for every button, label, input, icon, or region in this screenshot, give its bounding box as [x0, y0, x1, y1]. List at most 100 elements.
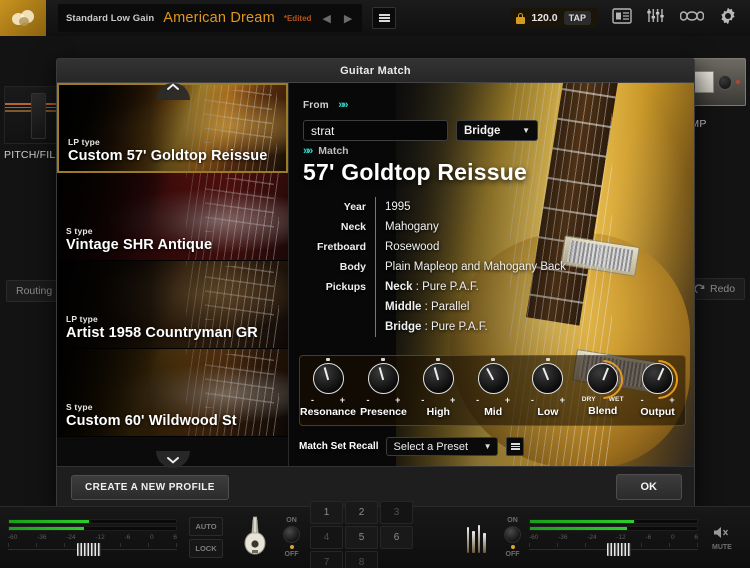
knob-minus[interactable]: - — [311, 396, 314, 405]
next-preset-button[interactable]: ▶ — [342, 12, 354, 25]
settings-gear-icon[interactable] — [718, 6, 738, 31]
pickup-position-select[interactable]: Bridge ▼ — [456, 120, 538, 141]
preset-list-button[interactable] — [506, 437, 525, 456]
knob-dial[interactable] — [631, 351, 687, 408]
slider-handle[interactable] — [77, 543, 102, 556]
knob-plus[interactable]: + — [669, 396, 674, 405]
scale-tick: 6 — [173, 534, 177, 541]
preset-display[interactable]: Standard Low Gain American Dream *Edited… — [58, 4, 363, 32]
pad-button[interactable]: 8 — [345, 551, 378, 568]
pad-button[interactable]: 2 — [345, 501, 378, 524]
app-logo[interactable] — [0, 0, 46, 36]
preset-list-button[interactable] — [372, 7, 397, 29]
pickup-position: Middle — [385, 301, 422, 313]
pad-button[interactable]: 1 — [310, 501, 343, 524]
knob-low[interactable]: - + Low — [521, 356, 576, 425]
knob-minus[interactable]: - — [421, 396, 424, 405]
output-gain-slider[interactable] — [529, 543, 698, 556]
spec-key: Fretboard — [316, 241, 366, 253]
match-section-header: »» Match — [303, 145, 349, 157]
knob-dial[interactable] — [477, 358, 509, 394]
mute-control[interactable]: MUTE — [712, 525, 732, 551]
knob-resonance[interactable]: - + Resonance — [300, 356, 356, 425]
output-meter-scale: -60 -36 -24 -12 -6 0 6 — [529, 534, 698, 541]
knob-plus[interactable]: + — [395, 396, 400, 405]
knob-minus[interactable]: - — [476, 396, 479, 405]
mixer-icon[interactable] — [646, 7, 666, 29]
auto-button[interactable]: AUTO — [189, 517, 223, 536]
tap-tempo-button[interactable]: TAP — [563, 11, 591, 25]
list-item[interactable]: S type Custom 60' Wildwood St — [57, 349, 288, 437]
knob-presence[interactable]: - + Presence — [356, 356, 411, 425]
preset-name: American Dream — [163, 10, 275, 26]
infinity-icon[interactable] — [679, 9, 705, 28]
knob-dial[interactable] — [312, 358, 344, 394]
knob-dial[interactable] — [367, 358, 399, 394]
lock-icon[interactable] — [516, 12, 526, 24]
prev-preset-button[interactable]: ◀ — [320, 12, 332, 25]
pad-button[interactable]: 5 — [345, 526, 378, 549]
scale-tick: -24 — [587, 534, 597, 541]
pad-button[interactable]: 3 — [380, 501, 413, 524]
preset-browser-icon[interactable] — [612, 7, 632, 29]
guitar-name: Vintage SHR Antique — [66, 237, 213, 253]
match-set-recall: Match Set Recall Select a Preset ▼ — [299, 437, 525, 456]
list-item[interactable]: LP type Artist 1958 Countryman GR — [57, 261, 288, 349]
knob-plus[interactable]: + — [505, 396, 510, 405]
input-meter-bar-2 — [8, 526, 177, 531]
knob-blend[interactable]: DRY WET Blend — [575, 351, 632, 425]
slider-handle[interactable] — [606, 543, 631, 556]
guitar-type: LP type — [66, 314, 98, 324]
redo-icon — [694, 283, 705, 293]
input-gain-slider[interactable] — [8, 543, 177, 556]
dialog-body: LP type Custom 57' Goldtop Reissue S typ… — [57, 83, 694, 468]
source-guitar-input[interactable]: strat — [303, 120, 448, 141]
right-power-toggle[interactable]: ON OFF — [504, 517, 521, 558]
spec-row: Year 1995 — [303, 197, 566, 217]
output-meter-block: -60 -36 -24 -12 -6 0 6 — [521, 519, 706, 556]
guitar-type: LP type — [68, 137, 100, 147]
pad-button[interactable]: 4 — [310, 526, 343, 549]
list-item[interactable]: S type Vintage SHR Antique — [57, 173, 288, 261]
knob-plus[interactable]: + — [340, 396, 345, 405]
ok-button[interactable]: OK — [615, 474, 682, 500]
knob-minus[interactable]: - — [366, 396, 369, 405]
faders-icon[interactable] — [454, 523, 498, 553]
knob-dial[interactable] — [422, 358, 454, 394]
pad-button[interactable]: 6 — [380, 526, 413, 549]
knob-plus[interactable]: + — [450, 396, 455, 405]
list-item-text: LP type Artist 1958 Countryman GR — [66, 314, 258, 341]
knob-dial[interactable] — [576, 351, 632, 408]
knob-label: Mid — [484, 406, 503, 418]
knob-mid[interactable]: - + Mid — [466, 356, 521, 425]
knob-minus[interactable]: - — [641, 396, 644, 405]
guitar-match-dialog: Guitar Match LP type Custom 57' Goldtop … — [56, 58, 695, 508]
speaker-mute-icon[interactable] — [712, 525, 731, 540]
knob-plus[interactable]: + — [560, 396, 565, 405]
detail-content: From »» strat Bridge ▼ »» Match 57' Gold… — [289, 83, 694, 468]
tempo-control[interactable]: 120.0 TAP — [511, 8, 598, 28]
create-new-profile-button[interactable]: CREATE A NEW PROFILE — [71, 474, 229, 500]
toggle-knob[interactable] — [504, 526, 521, 543]
pad-button[interactable]: 7 — [310, 551, 343, 568]
knob-minus[interactable]: - — [531, 396, 534, 405]
toggle-led-icon — [289, 545, 294, 549]
scale-tick: 0 — [150, 534, 154, 541]
knob-dial[interactable] — [532, 358, 564, 394]
lock-button[interactable]: LOCK — [189, 539, 223, 558]
left-power-toggle[interactable]: ON OFF — [283, 517, 300, 558]
knob-high[interactable]: - + High — [411, 356, 466, 425]
preset-select-value: Select a Preset — [393, 440, 469, 453]
output-meter-bar-2 — [529, 526, 698, 531]
spec-key: Neck — [340, 221, 366, 233]
preset-select[interactable]: Select a Preset ▼ — [386, 437, 499, 456]
routing-button[interactable]: Routing — [6, 280, 63, 302]
guitar-icon[interactable] — [233, 514, 277, 562]
pickup-position: Bridge — [385, 321, 422, 333]
guitar-list[interactable]: LP type Custom 57' Goldtop Reissue S typ… — [57, 83, 289, 468]
preset-category: Standard Low Gain — [66, 12, 155, 24]
comp-knob[interactable] — [718, 74, 733, 90]
knob-output[interactable]: - + Output — [630, 351, 687, 425]
toggle-knob[interactable] — [283, 526, 300, 543]
spec-value: 1995 — [385, 201, 411, 213]
